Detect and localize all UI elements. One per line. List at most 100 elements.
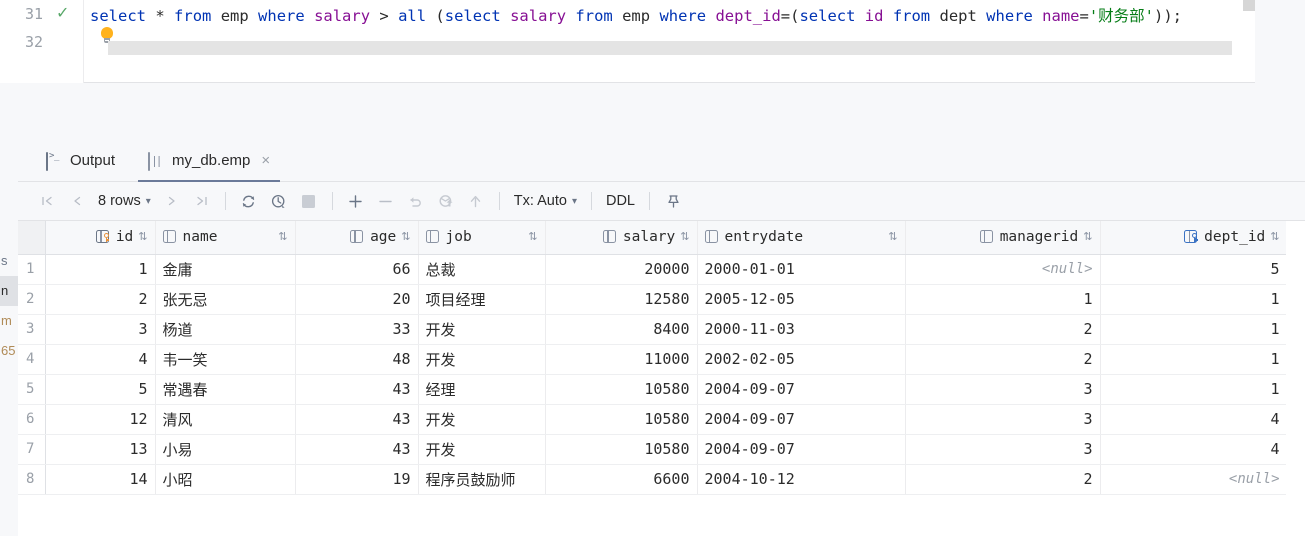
last-page-button[interactable] bbox=[187, 186, 217, 216]
cell-job[interactable]: 总裁 bbox=[418, 254, 546, 285]
cell-salary[interactable]: 10580 bbox=[545, 403, 698, 435]
cell-managerid[interactable]: 3 bbox=[905, 374, 1101, 405]
cell-job[interactable]: 开发 bbox=[418, 403, 546, 435]
table-row[interactable]: 7 13 小易 43 开发 10580 2004-09-07 3 4 bbox=[18, 434, 1305, 465]
cell-salary[interactable]: 10580 bbox=[545, 374, 698, 405]
table-row[interactable]: 2 2 张无忌 20 项目经理 12580 2005-12-05 1 1 bbox=[18, 284, 1305, 315]
cell-managerid[interactable]: 2 bbox=[905, 344, 1101, 375]
column-header-job[interactable]: job ⇅ bbox=[418, 221, 546, 255]
cell-job[interactable]: 程序员鼓励师 bbox=[418, 464, 546, 495]
cell-job[interactable]: 开发 bbox=[418, 434, 546, 465]
pin-icon[interactable] bbox=[658, 186, 688, 216]
cell-dept-id[interactable]: 4 bbox=[1100, 403, 1288, 435]
cell-entrydate[interactable]: 2004-09-07 bbox=[697, 374, 906, 405]
sql-editor[interactable]: 31 32 ✓ select * from emp where salary >… bbox=[0, 0, 1255, 83]
sql-statement[interactable]: select * from emp where salary > all (se… bbox=[90, 5, 1182, 27]
cell-id[interactable]: 1 bbox=[45, 254, 156, 285]
cell-managerid[interactable]: 2 bbox=[905, 314, 1101, 345]
cell-managerid[interactable]: 1 bbox=[905, 284, 1101, 315]
table-row[interactable]: 6 12 清风 43 开发 10580 2004-09-07 3 4 bbox=[18, 403, 1305, 435]
cell-dept-id[interactable]: 4 bbox=[1100, 434, 1288, 465]
cell-age[interactable]: 20 bbox=[295, 284, 419, 315]
sort-icon[interactable]: ⇅ bbox=[278, 231, 287, 243]
row-number[interactable]: 4 bbox=[18, 344, 46, 375]
cell-managerid[interactable]: 3 bbox=[905, 434, 1101, 465]
column-header-managerid[interactable]: managerid ⇅ bbox=[905, 221, 1101, 255]
ddl-button[interactable]: DDL bbox=[600, 186, 641, 216]
stop-icon[interactable] bbox=[294, 186, 324, 216]
cell-age[interactable]: 43 bbox=[295, 374, 419, 405]
cell-managerid[interactable]: 2 bbox=[905, 464, 1101, 495]
sort-icon[interactable]: ⇅ bbox=[888, 231, 897, 243]
cell-salary[interactable]: 20000 bbox=[545, 254, 698, 285]
clock-history-icon[interactable] bbox=[264, 186, 294, 216]
cell-age[interactable]: 43 bbox=[295, 434, 419, 465]
delete-row-button[interactable] bbox=[371, 186, 401, 216]
checkmark-icon[interactable]: ✓ bbox=[56, 4, 69, 24]
sort-icon[interactable]: ⇅ bbox=[1270, 231, 1279, 243]
table-row[interactable]: 3 3 杨道 33 开发 8400 2000-11-03 2 1 bbox=[18, 314, 1305, 345]
sidebar-row[interactable]: 65 bbox=[0, 336, 18, 366]
table-row[interactable]: 1 1 金庸 66 总裁 20000 2000-01-01 <null> 5 bbox=[18, 254, 1305, 285]
row-number[interactable]: 7 bbox=[18, 434, 46, 465]
upload-arrow-icon[interactable] bbox=[461, 186, 491, 216]
cell-name[interactable]: 张无忌 bbox=[155, 284, 296, 315]
column-header-dept-id[interactable]: dept_id ⇅ bbox=[1100, 221, 1288, 255]
cell-name[interactable]: 常遇春 bbox=[155, 374, 296, 405]
cell-salary[interactable]: 10580 bbox=[545, 434, 698, 465]
cell-job[interactable]: 项目经理 bbox=[418, 284, 546, 315]
refresh-icon[interactable] bbox=[234, 186, 264, 216]
cell-name[interactable]: 金庸 bbox=[155, 254, 296, 285]
cell-salary[interactable]: 11000 bbox=[545, 344, 698, 375]
row-number[interactable]: 8 bbox=[18, 464, 46, 495]
row-number-header[interactable] bbox=[18, 221, 46, 255]
cell-entrydate[interactable]: 2004-10-12 bbox=[697, 464, 906, 495]
cell-entrydate[interactable]: 2000-11-03 bbox=[697, 314, 906, 345]
cell-id[interactable]: 4 bbox=[45, 344, 156, 375]
table-row[interactable]: 4 4 韦一笑 48 开发 11000 2002-02-05 2 1 bbox=[18, 344, 1305, 375]
sidebar-row-selected[interactable]: n bbox=[0, 276, 18, 306]
cell-name[interactable]: 韦一笑 bbox=[155, 344, 296, 375]
cell-id[interactable]: 2 bbox=[45, 284, 156, 315]
cell-id[interactable]: 3 bbox=[45, 314, 156, 345]
cell-salary[interactable]: 6600 bbox=[545, 464, 698, 495]
cell-entrydate[interactable]: 2004-09-07 bbox=[697, 434, 906, 465]
cell-name[interactable]: 小昭 bbox=[155, 464, 296, 495]
cell-id[interactable]: 14 bbox=[45, 464, 156, 495]
sidebar-row[interactable]: s bbox=[0, 246, 18, 276]
transaction-mode-selector[interactable]: Tx: Auto ▾ bbox=[508, 186, 583, 216]
sort-icon[interactable]: ⇅ bbox=[528, 231, 537, 243]
row-number[interactable]: 1 bbox=[18, 254, 46, 285]
revert-changes-icon[interactable] bbox=[431, 186, 461, 216]
column-header-age[interactable]: age ⇅ bbox=[295, 221, 419, 255]
cell-dept-id[interactable]: 1 bbox=[1100, 314, 1288, 345]
column-header-entrydate[interactable]: entrydate ⇅ bbox=[697, 221, 906, 255]
row-number[interactable]: 2 bbox=[18, 284, 46, 315]
cell-name[interactable]: 小易 bbox=[155, 434, 296, 465]
previous-page-button[interactable] bbox=[62, 186, 92, 216]
add-row-button[interactable] bbox=[341, 186, 371, 216]
column-header-id[interactable]: id ⇅ bbox=[45, 221, 156, 255]
cell-dept-id[interactable]: 5 bbox=[1100, 254, 1288, 285]
cell-entrydate[interactable]: 2005-12-05 bbox=[697, 284, 906, 315]
next-page-button[interactable] bbox=[157, 186, 187, 216]
cell-age[interactable]: 43 bbox=[295, 403, 419, 435]
table-row[interactable]: 8 14 小昭 19 程序员鼓励师 6600 2004-10-12 2 <null> bbox=[18, 464, 1305, 495]
row-number[interactable]: 3 bbox=[18, 314, 46, 345]
tab-my-db-emp[interactable]: my_db.emp × bbox=[138, 138, 280, 182]
cell-dept-id[interactable]: <null> bbox=[1100, 464, 1288, 495]
first-page-button[interactable] bbox=[32, 186, 62, 216]
cell-job[interactable]: 开发 bbox=[418, 344, 546, 375]
cell-entrydate[interactable]: 2002-02-05 bbox=[697, 344, 906, 375]
cell-dept-id[interactable]: 1 bbox=[1100, 374, 1288, 405]
cell-job[interactable]: 开发 bbox=[418, 314, 546, 345]
row-number[interactable]: 5 bbox=[18, 374, 46, 405]
cell-salary[interactable]: 8400 bbox=[545, 314, 698, 345]
cell-id[interactable]: 5 bbox=[45, 374, 156, 405]
cell-age[interactable]: 48 bbox=[295, 344, 419, 375]
cell-age[interactable]: 19 bbox=[295, 464, 419, 495]
tab-output[interactable]: Output bbox=[36, 138, 125, 182]
sort-icon[interactable]: ⇅ bbox=[680, 231, 689, 243]
cell-dept-id[interactable]: 1 bbox=[1100, 344, 1288, 375]
editor-horizontal-scrollbar[interactable] bbox=[108, 41, 1232, 55]
